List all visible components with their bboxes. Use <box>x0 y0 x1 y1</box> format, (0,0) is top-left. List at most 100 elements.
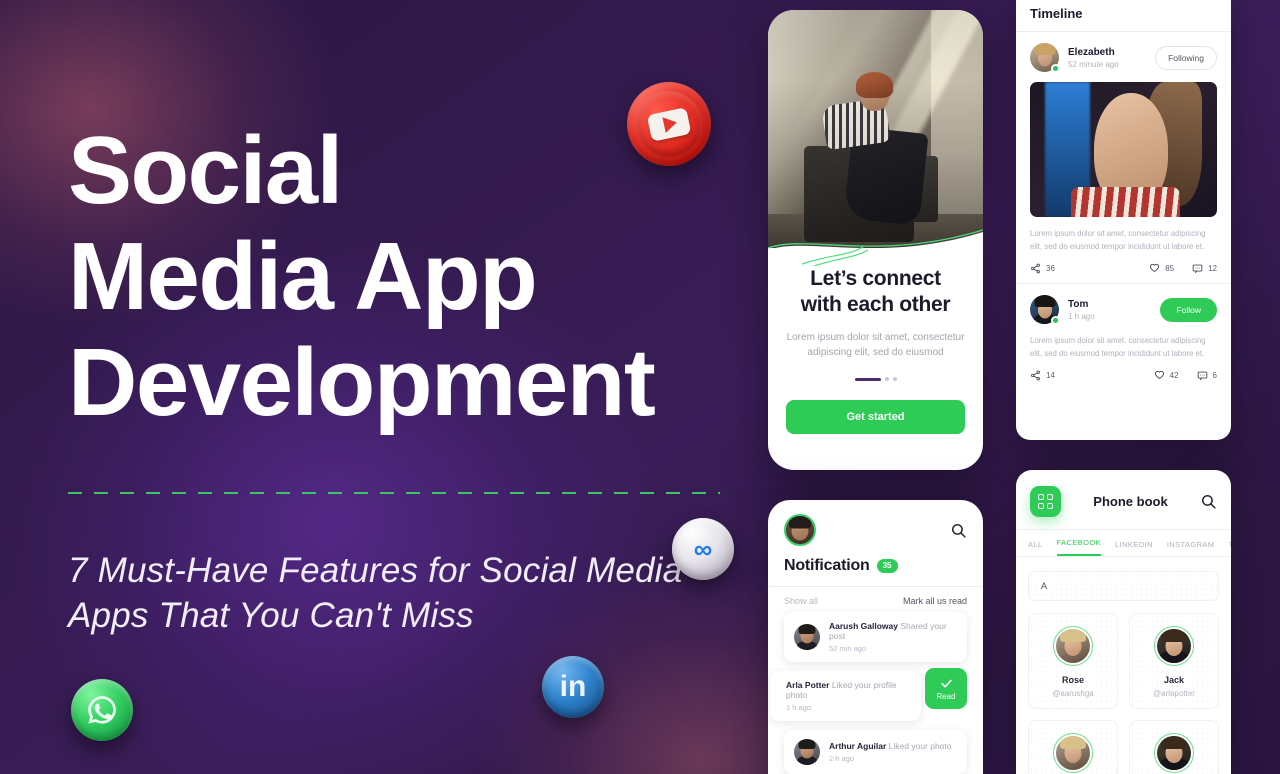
youtube-play-plate <box>646 106 692 142</box>
poster-canvas: Social Media App Development 7 Must-Have… <box>0 0 1280 774</box>
timeline-title: Timeline <box>1030 6 1083 21</box>
youtube-icon-rim <box>629 84 709 164</box>
phonebook-card: Phone book ALL FACEBOOK LINKEDIN INSTAGR… <box>1016 470 1231 774</box>
avatar[interactable] <box>1030 295 1060 325</box>
post-stats: 36 85 12 <box>1030 263 1217 274</box>
post-body: Lorem ipsum dolor sit amet, consectetur … <box>1030 336 1206 358</box>
share-count: 36 <box>1046 264 1055 273</box>
heart-icon <box>1154 370 1164 379</box>
share-stat[interactable]: 36 <box>1030 263 1055 274</box>
grid-icon[interactable] <box>1030 486 1061 517</box>
post-timestamp: 1 h ago <box>1068 311 1095 321</box>
share-stat[interactable]: 14 <box>1030 370 1055 381</box>
avatar <box>1053 626 1093 666</box>
mark-all-read-link[interactable]: Mark all us read <box>903 596 967 606</box>
avatar[interactable] <box>784 514 816 546</box>
pagination-dot-3[interactable] <box>892 377 897 381</box>
online-status-dot <box>1051 316 1060 325</box>
tab-all[interactable]: ALL <box>1028 532 1043 556</box>
avatar <box>794 624 820 650</box>
notification-actions-bar: Show all Mark all us read <box>768 586 983 606</box>
list-item[interactable]: Rose @aarushga <box>1028 613 1118 709</box>
contact-name: Rose <box>1061 675 1084 685</box>
contact-handle: @aarushga <box>1052 689 1094 698</box>
onboarding-content: Let’s connect with each other Lorem ipsu… <box>768 248 983 434</box>
onboarding-subtitle: Lorem ipsum dolor sit amet, consectetur … <box>786 332 965 358</box>
notification-time: 1 h ago <box>786 703 812 712</box>
section-letter-header: A <box>1028 571 1219 601</box>
notification-action: Liked your photo <box>888 741 952 751</box>
notification-title: Notification <box>784 557 870 574</box>
contact-handle: @arlapotter <box>1153 689 1195 698</box>
tab-linkedin[interactable]: LINKEDIN <box>1115 532 1153 556</box>
comment-stat[interactable]: 6 <box>1197 370 1217 381</box>
onboarding-title-line-1: Let’s connect <box>810 267 941 290</box>
whatsapp-icon <box>71 679 133 741</box>
list-item[interactable] <box>1129 720 1219 774</box>
comment-icon <box>1192 264 1203 274</box>
hero-subtitle: 7 Must-Have Features for Social Media Ap… <box>68 551 683 635</box>
tab-facebook[interactable]: FACEBOOK <box>1056 530 1102 556</box>
avatar <box>1053 733 1093 773</box>
timeline-header: Timeline <box>1016 0 1231 32</box>
show-all-link[interactable]: Show all <box>784 596 818 606</box>
dashed-divider <box>68 492 720 494</box>
post-stats: 14 42 6 <box>1030 370 1217 381</box>
onboarding-pagination[interactable] <box>786 377 965 381</box>
avatar <box>1154 733 1194 773</box>
get-started-button[interactable]: Get started <box>786 400 965 434</box>
share-icon <box>1031 370 1040 381</box>
mark-read-button[interactable]: Read <box>925 668 967 709</box>
post-author-name: Elezabeth <box>1068 46 1115 58</box>
search-icon[interactable] <box>950 522 967 539</box>
post-timestamp: 52 minute ago <box>1068 59 1119 69</box>
post-body: Lorem ipsum dolor sit amet, consectetur … <box>1030 229 1206 251</box>
post-image[interactable] <box>1030 82 1217 217</box>
notification-name: Arla Potter <box>786 680 830 690</box>
list-item[interactable]: Jack @arlapotter <box>1129 613 1219 709</box>
comment-count: 12 <box>1208 264 1217 273</box>
hero-title-line-2: Media App <box>68 223 538 330</box>
heart-icon <box>1150 263 1160 272</box>
list-item[interactable] <box>1028 720 1118 774</box>
contact-name: Jack <box>1163 675 1185 685</box>
pagination-active-bar[interactable] <box>854 377 881 381</box>
comment-count: 6 <box>1212 371 1217 380</box>
notification-time: 52 min ago <box>829 644 867 653</box>
timeline-post: Tom 1 h ago Follow Lorem ipsum dolor sit… <box>1016 283 1231 390</box>
onboarding-phone-mockup: Let’s connect with each other Lorem ipsu… <box>768 10 983 470</box>
hero-title-line-3: Development <box>68 329 656 436</box>
list-item[interactable]: Arthur Aguilar Liked your photo 2 h ago <box>784 730 967 774</box>
like-stat[interactable]: 85 <box>1149 263 1174 274</box>
phonebook-tabs: ALL FACEBOOK LINKEDIN INSTAGRAM TWITTER <box>1016 529 1231 557</box>
tab-instagram[interactable]: INSTAGRAM <box>1167 532 1215 556</box>
share-count: 14 <box>1046 371 1055 380</box>
like-count: 42 <box>1169 371 1179 380</box>
linkedin-glyph: in <box>559 670 587 703</box>
onboarding-hero-photo <box>768 10 983 248</box>
avatar[interactable] <box>1030 43 1060 73</box>
notification-time: 2 h ago <box>829 754 855 763</box>
notification-count-badge: 35 <box>876 559 898 573</box>
timeline-card: Timeline Elezabeth 52 minute ago Followi… <box>1016 0 1231 440</box>
like-count: 85 <box>1165 264 1175 273</box>
notification-phone-mockup: Notification 35 Show all Mark all us rea… <box>768 500 983 774</box>
list-item[interactable]: Aarush Galloway Shared your post 52 min … <box>784 612 967 662</box>
contacts-grid: Rose @aarushga Jack @arlapotter <box>1028 613 1219 774</box>
following-button[interactable]: Following <box>1155 45 1217 70</box>
linkedin-icon: in <box>542 656 604 718</box>
pagination-dot-2[interactable] <box>884 377 889 381</box>
follow-button[interactable]: Follow <box>1160 297 1217 322</box>
tab-twitter[interactable]: TWITTER <box>1228 532 1231 556</box>
mark-read-label: Read <box>936 691 956 701</box>
phonebook-header: Phone book <box>1016 470 1231 529</box>
post-author-name: Tom <box>1068 298 1089 310</box>
hero-heading: Social Media App Development <box>68 118 748 436</box>
list-item[interactable]: Arla Potter Liked your profile photo 1 h… <box>770 671 921 721</box>
play-triangle-icon <box>662 114 679 133</box>
search-icon[interactable] <box>1200 493 1217 510</box>
comment-stat[interactable]: 12 <box>1192 263 1217 274</box>
like-stat[interactable]: 42 <box>1154 370 1179 381</box>
notification-name: Aarush Galloway <box>829 621 898 631</box>
avatar <box>1154 626 1194 666</box>
